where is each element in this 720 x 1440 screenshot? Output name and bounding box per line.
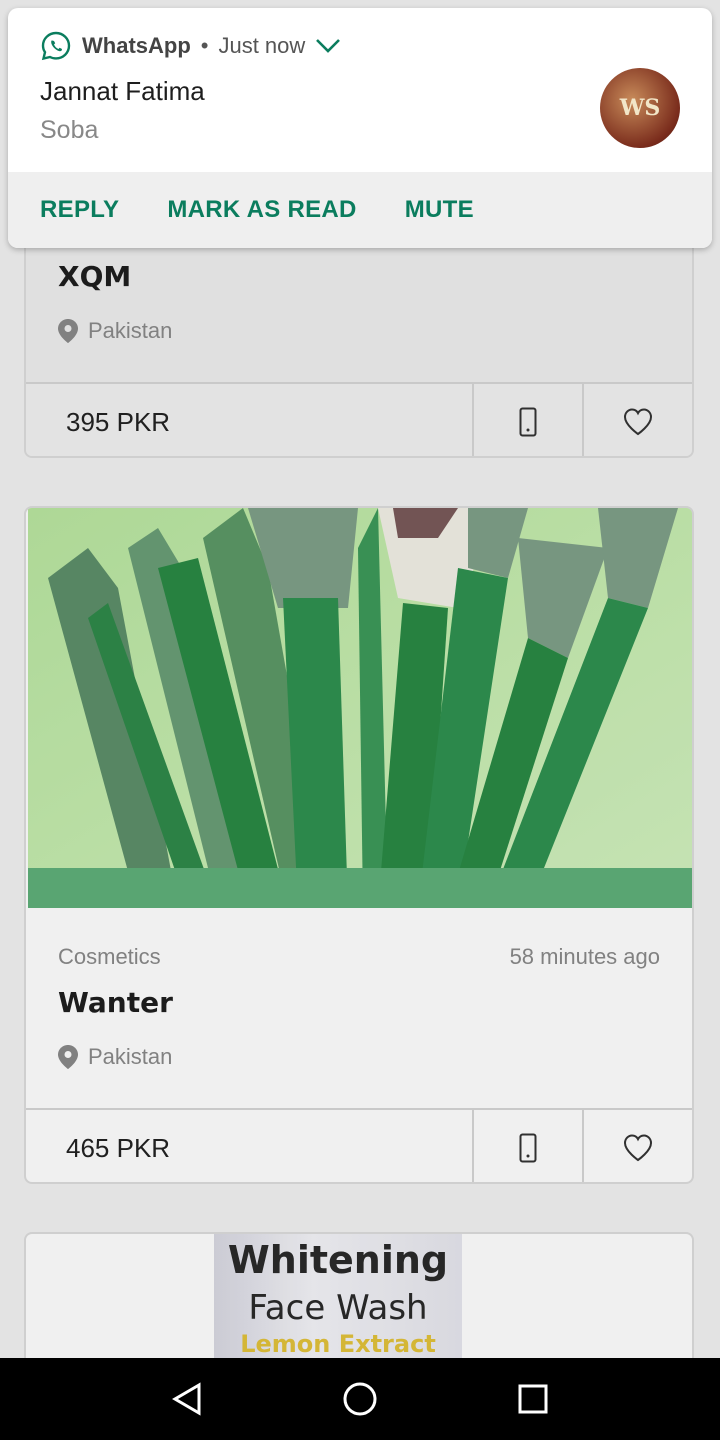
notification-actions: REPLY MARK AS READ MUTE (8, 172, 712, 248)
whatsapp-icon (41, 31, 71, 61)
listing-title: Wanter (58, 986, 173, 1019)
location-text: Pakistan (88, 318, 173, 343)
mark-as-read-button[interactable]: MARK AS READ (167, 196, 356, 224)
location-pin-icon (58, 1045, 78, 1069)
favorite-button[interactable] (582, 384, 692, 456)
listing-time: 58 minutes ago (509, 944, 660, 969)
listing-location: Pakistan (58, 1044, 172, 1070)
back-icon[interactable] (169, 1381, 205, 1417)
listing-price: 395 PKR (66, 406, 171, 437)
phone-icon (519, 407, 537, 437)
product-label-line: Lemon Extract (240, 1330, 436, 1358)
notification-app-name: WhatsApp (82, 33, 191, 58)
notification-card[interactable]: WhatsApp • Just now Jannat Fatima Soba W… (8, 8, 712, 248)
listing-price: 465 PKR (66, 1132, 171, 1163)
separator-dot: • (200, 33, 209, 58)
notification-sender: Jannat Fatima (40, 76, 205, 106)
notification-time: Just now (218, 33, 306, 58)
recents-icon[interactable] (515, 1381, 551, 1417)
listing-image (28, 508, 692, 908)
location-pin-icon (58, 319, 78, 343)
reply-button[interactable]: REPLY (40, 196, 119, 224)
call-button[interactable] (472, 384, 582, 456)
listing-card[interactable]: Cosmetics 58 minutes ago Wanter Pakistan… (24, 506, 694, 1184)
listing-location: Pakistan (58, 318, 172, 344)
home-icon[interactable] (342, 1381, 378, 1417)
favorite-button[interactable] (582, 1110, 692, 1182)
listing-category: Cosmetics (58, 944, 161, 969)
makeup-brushes-image (28, 508, 692, 908)
notification-header: WhatsApp • Just now (40, 30, 341, 62)
notification-message: Soba (40, 116, 99, 144)
heart-icon (623, 1134, 653, 1162)
chevron-down-icon[interactable] (315, 38, 341, 54)
avatar: WS (600, 68, 680, 148)
phone-icon (519, 1133, 537, 1163)
listing-action-bar: 395 PKR (26, 382, 692, 456)
navigation-bar (0, 1358, 720, 1440)
product-label-line: Face Wash (248, 1288, 428, 1328)
listing-action-bar: 465 PKR (26, 1108, 692, 1182)
heart-icon (623, 408, 653, 436)
call-button[interactable] (472, 1110, 582, 1182)
listing-title: XQM (58, 260, 132, 293)
product-label-line: Whitening (227, 1238, 449, 1282)
location-text: Pakistan (88, 1044, 173, 1069)
mute-button[interactable]: MUTE (405, 196, 474, 224)
